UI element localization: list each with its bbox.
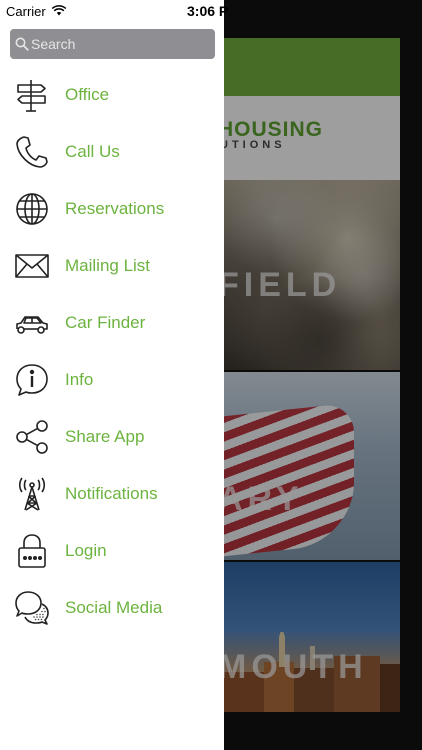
broadcast-tower-icon: [14, 476, 50, 512]
menu-list: Office Call Us Reservations Mailing List…: [0, 66, 224, 636]
menu-item-label: Call Us: [65, 142, 120, 161]
app-screen: HOUSING UTIONS FIELD ARY MOUTH Search Of…: [0, 0, 422, 750]
menu-item-label: Login: [65, 541, 107, 560]
menu-item-car-finder[interactable]: Car Finder: [0, 294, 224, 351]
status-time: 3:06 P: [187, 3, 229, 19]
menu-item-info[interactable]: Info: [0, 351, 224, 408]
share-icon: [14, 419, 50, 455]
menu-item-mailing-list[interactable]: Mailing List: [0, 237, 224, 294]
lock-icon: [14, 533, 50, 569]
side-menu-drawer: Office Call Us: [0, 0, 224, 750]
search-bar[interactable]: [10, 29, 215, 59]
menu-item-office[interactable]: Office: [0, 66, 224, 123]
menu-item-label: Mailing List: [65, 256, 151, 275]
chat-bubbles-icon: [14, 590, 50, 626]
menu-item-share-app[interactable]: Share App: [0, 408, 224, 465]
menu-item-reservations[interactable]: Reservations: [0, 180, 224, 237]
car-icon: [14, 305, 50, 341]
dim-overlay[interactable]: [224, 0, 422, 750]
menu-item-label: Social Media: [65, 598, 163, 617]
wifi-icon: [52, 5, 66, 16]
envelope-icon: [14, 248, 50, 284]
menu-item-label: Notifications: [65, 484, 158, 503]
menu-item-label: Share App: [65, 427, 145, 446]
search-icon: [15, 37, 29, 51]
menu-item-label: Car Finder: [65, 313, 146, 332]
menu-item-label: Info: [65, 370, 94, 389]
menu-item-call-us[interactable]: Call Us: [0, 123, 224, 180]
status-bar: Carrier 3:06 P: [0, 0, 422, 22]
info-icon: [14, 362, 50, 398]
search-input[interactable]: [31, 29, 211, 59]
carrier-label: Carrier: [6, 4, 46, 19]
menu-item-login[interactable]: Login: [0, 522, 224, 579]
globe-icon: [14, 191, 50, 227]
menu-item-notifications[interactable]: Notifications: [0, 465, 224, 522]
menu-item-label: Reservations: [65, 199, 165, 218]
signpost-icon: [14, 77, 50, 113]
menu-item-label: Office: [65, 85, 110, 104]
phone-icon: [14, 134, 50, 170]
menu-item-social-media[interactable]: Social Media: [0, 579, 224, 636]
